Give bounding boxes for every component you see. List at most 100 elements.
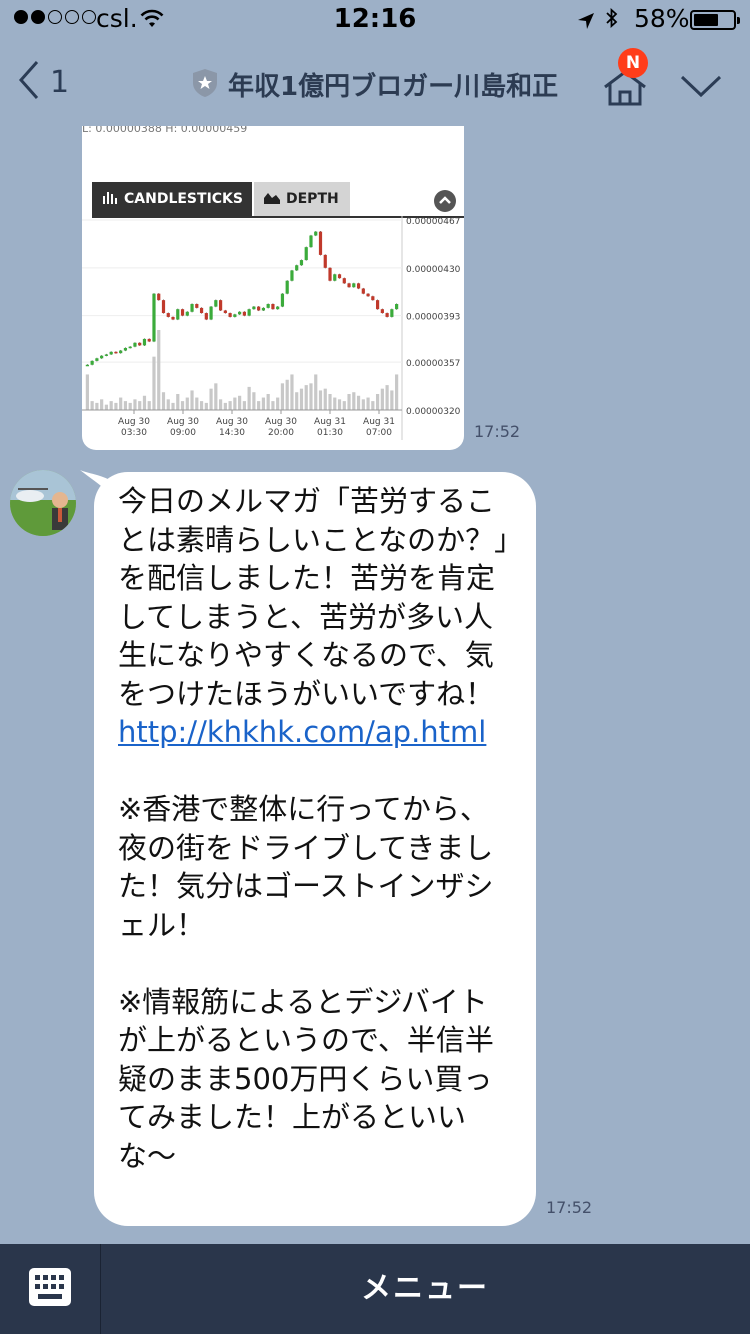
- volume-bar: [166, 399, 170, 410]
- candle: [295, 265, 299, 271]
- volume-bar: [171, 402, 175, 410]
- chat-header: 1 年収1億円ブロガー川島和正 N: [0, 40, 750, 126]
- candle: [352, 283, 356, 288]
- expand-menu-button[interactable]: [680, 74, 722, 102]
- image-partial-header-text: L: 0.00000388 H: 0.00000459: [82, 126, 248, 135]
- volume-bar: [180, 401, 185, 410]
- volume-bar: [195, 397, 199, 410]
- volume-bar: [375, 394, 380, 410]
- candle: [280, 293, 285, 307]
- back-button[interactable]: 1: [18, 60, 69, 104]
- volume-bar: [223, 402, 227, 410]
- message-body-1: 今日のメルマガ「苦労することは素晴らしいことなのか？」を配信しました！苦労を肯定…: [118, 484, 509, 711]
- candle: [147, 338, 151, 342]
- candle: [304, 247, 308, 261]
- candle: [199, 307, 204, 314]
- volume-bar: [85, 374, 89, 410]
- x-tick-label-date: Aug 31: [363, 417, 395, 427]
- status-bar: csl. 12:16 58%: [0, 0, 750, 40]
- volume-bar: [309, 383, 313, 410]
- volume-bar: [209, 388, 213, 410]
- keyboard-toggle-button[interactable]: [0, 1244, 101, 1334]
- volume-bar: [161, 392, 166, 410]
- candle: [142, 338, 147, 346]
- volume-bar: [323, 388, 327, 410]
- location-arrow-icon: [576, 8, 596, 38]
- tab-depth: DEPTH: [254, 182, 350, 216]
- tab-candlesticks-label: CANDLESTICKS: [124, 191, 243, 207]
- keyboard-icon: [28, 1267, 72, 1311]
- x-tick-label-time: 01:30: [317, 428, 343, 438]
- volume-bar: [218, 399, 223, 410]
- volume-bar: [285, 379, 289, 410]
- candle: [276, 306, 280, 310]
- chevron-down-icon: [680, 75, 722, 102]
- y-tick-label: 0.00000357: [406, 359, 460, 369]
- sender-avatar[interactable]: [10, 470, 76, 536]
- candle: [337, 274, 342, 279]
- candle: [290, 270, 294, 281]
- menu-button[interactable]: メニュー: [100, 1244, 750, 1334]
- battery-percent: 58%: [634, 4, 690, 33]
- candle: [342, 278, 346, 284]
- message-body-3: ※情報筋によるとデジバイトが上がるというので、半信半疑のまま500万円くらい買っ…: [118, 984, 494, 1173]
- notification-badge: N: [618, 48, 648, 78]
- tab-depth-label: DEPTH: [286, 191, 339, 207]
- volume-bar: [266, 394, 270, 410]
- volume-bar: [276, 397, 280, 410]
- collapse-chart-icon: [434, 190, 456, 212]
- chat-title[interactable]: 年収1億円ブロガー川島和正: [192, 66, 558, 103]
- y-tick-label: 0.00000393: [406, 313, 460, 323]
- candle: [104, 354, 109, 356]
- unread-count: 1: [50, 64, 70, 100]
- volume-bar: [380, 388, 384, 410]
- volume-bar: [328, 394, 332, 410]
- text-message-bubble[interactable]: 今日のメルマガ「苦労することは素晴らしいことなのか？」を配信しました！苦労を肯定…: [94, 472, 536, 1226]
- candle: [323, 254, 327, 268]
- candle: [247, 309, 251, 316]
- candle: [328, 267, 332, 281]
- volume-bar: [152, 356, 156, 410]
- volume-bar: [233, 397, 237, 410]
- volume-bar: [366, 397, 370, 410]
- candle: [214, 300, 218, 307]
- volume-bar: [242, 401, 246, 410]
- y-tick-label: 0.00000467: [406, 217, 460, 227]
- candle: [195, 304, 199, 308]
- volume-bar: [342, 401, 346, 410]
- volume-bar: [304, 385, 308, 410]
- candle: [257, 306, 261, 311]
- volume-bar: [356, 395, 361, 410]
- message-link[interactable]: http://khkhk.com/ap.html: [118, 713, 516, 752]
- image-message[interactable]: L: 0.00000388 H: 0.00000459 CANDLESTICKS…: [82, 126, 464, 450]
- candle: [218, 300, 223, 311]
- image-message-timestamp: 17:52: [474, 422, 521, 441]
- candle: [371, 296, 375, 301]
- volume-bar: [104, 404, 109, 410]
- candle: [161, 300, 166, 314]
- candle: [85, 364, 89, 367]
- candle: [138, 342, 142, 346]
- candle: [95, 358, 99, 361]
- tab-candlesticks: CANDLESTICKS: [92, 182, 252, 216]
- candle: [395, 304, 399, 310]
- volume-bar: [176, 394, 180, 410]
- candle: [375, 300, 380, 310]
- candle: [380, 309, 384, 314]
- candlestick-chart: 0.00000467 0.00000430 0.00000393 0.00000357…: [82, 216, 461, 440]
- candle: [176, 309, 180, 320]
- candle: [356, 283, 361, 289]
- candle: [266, 304, 270, 308]
- x-tick-label-date: Aug 30: [167, 417, 199, 427]
- candle: [238, 311, 242, 315]
- volume-bar: [142, 395, 147, 410]
- candle: [133, 342, 137, 347]
- chevron-left-icon: [18, 60, 40, 104]
- x-tick-label-date: Aug 30: [265, 417, 297, 427]
- volume-bar: [238, 395, 242, 410]
- volume-bar: [333, 397, 337, 410]
- candle: [390, 309, 394, 317]
- bar-chart-icon: [102, 190, 124, 208]
- candle: [361, 288, 365, 294]
- volume-bar: [252, 392, 256, 410]
